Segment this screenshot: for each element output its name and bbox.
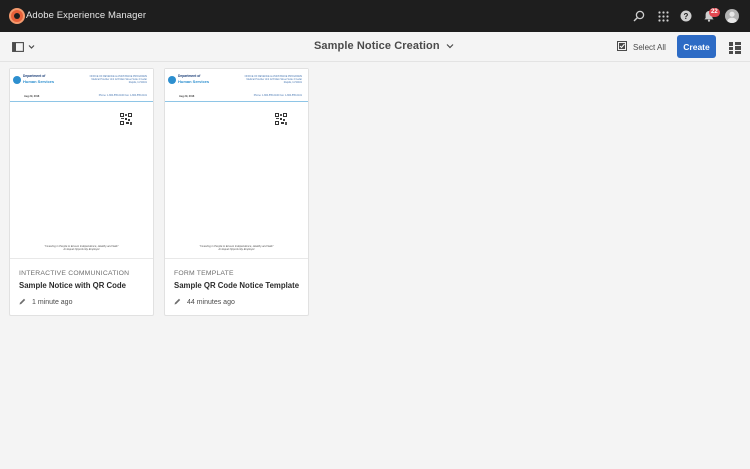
thumb-date: Aug 29, 2018 [179, 95, 195, 98]
thumb-footer-line2: An Equal Opportunity Employer [218, 248, 255, 252]
card-type-label: FORM TEMPLATE [174, 270, 234, 277]
asset-card[interactable]: Department of Human Services OFFICE OF R… [9, 68, 154, 316]
thumb-divider [10, 101, 153, 102]
global-nav: Adobe Experience Manager ? 22 [0, 0, 750, 32]
thumb-phone: Phone: 1-800-555-0100 Fax: 1-800-555-010… [253, 94, 302, 97]
select-all-button[interactable]: Select All [617, 41, 666, 53]
help-icon[interactable]: ? [679, 9, 693, 23]
thumb-divider [165, 101, 308, 102]
card-modified: 44 minutes ago [174, 298, 235, 307]
card-modified-text: 1 minute ago [32, 299, 73, 306]
pencil-icon [174, 298, 181, 307]
card-thumbnail[interactable]: Department of Human Services OFFICE OF R… [10, 69, 153, 259]
thumb-footer: "Investing in People to Ensure Independe… [165, 245, 308, 251]
department-logo-icon [168, 76, 176, 84]
chevron-down-icon [446, 40, 454, 52]
card-title[interactable]: Sample Notice with QR Code [19, 281, 126, 290]
action-bar: Sample Notice Creation Select All Create [0, 32, 750, 62]
card-type-label: INTERACTIVE COMMUNICATION [19, 270, 130, 277]
thumb-dept-line2: Human Services [178, 79, 210, 84]
thumb-address: OFFICE OF REVENUE & ASSISTANCE PROGRAMS … [244, 75, 302, 84]
svg-text:?: ? [684, 12, 689, 21]
asset-card[interactable]: Department of Human Services OFFICE OF R… [164, 68, 309, 316]
pencil-icon [19, 298, 26, 307]
qr-code-icon [275, 112, 287, 125]
thumb-footer: "Investing in People to Ensure Independe… [10, 245, 153, 251]
rail-toggle-button[interactable] [12, 41, 38, 53]
department-logo-icon [13, 76, 21, 84]
app-title[interactable]: Adobe Experience Manager [26, 10, 146, 21]
card-thumbnail[interactable]: Department of Human Services OFFICE OF R… [165, 69, 308, 259]
qr-code-icon [120, 112, 132, 125]
page-title[interactable]: Sample Notice Creation [314, 40, 454, 52]
apps-grid-icon[interactable] [656, 9, 670, 23]
card-title[interactable]: Sample QR Code Notice Template [174, 281, 299, 290]
search-icon[interactable] [632, 9, 646, 23]
thumb-footer-line2: An Equal Opportunity Employer [63, 248, 100, 252]
notification-count-badge[interactable]: 22 [709, 8, 720, 17]
select-all-checkbox-icon [617, 41, 627, 53]
thumb-address: OFFICE OF REVENUE & ASSISTANCE PROGRAMS … [89, 75, 147, 84]
card-modified-text: 44 minutes ago [187, 299, 235, 306]
page-title-text: Sample Notice Creation [314, 40, 440, 52]
user-avatar[interactable] [725, 9, 739, 23]
thumb-dept-line2: Human Services [23, 79, 55, 84]
thumb-date: Aug 29, 2018 [24, 95, 40, 98]
create-button[interactable]: Create [677, 35, 716, 58]
select-all-label: Select All [633, 42, 666, 52]
aem-logo-icon[interactable] [9, 8, 25, 24]
card-modified: 1 minute ago [19, 298, 72, 307]
thumb-phone: Phone: 1-800-555-0100 Fax: 1-800-555-010… [98, 94, 147, 97]
view-switcher-icon[interactable] [729, 41, 741, 54]
